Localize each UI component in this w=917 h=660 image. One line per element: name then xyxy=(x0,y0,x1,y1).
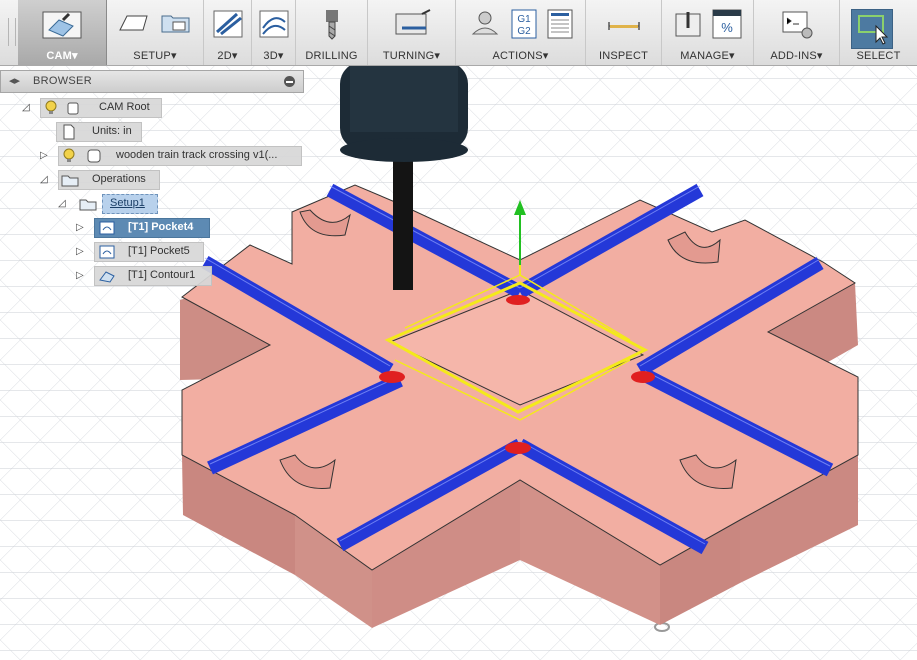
lightbulb-icon[interactable] xyxy=(62,148,76,164)
setup-label: SETUP▾ xyxy=(133,50,177,62)
actions-menu-button[interactable]: G1 G2 ACTIONS▾ xyxy=(456,0,586,65)
manage-menu-button[interactable]: % MANAGE▾ xyxy=(662,0,754,65)
setup-folder-icon xyxy=(79,199,97,211)
expand-triangle-icon[interactable]: ▷ xyxy=(40,150,48,161)
tree-label: wooden train track crossing v1(... xyxy=(116,149,278,161)
component-icon xyxy=(67,102,79,115)
setup-sheet-icon xyxy=(547,9,572,39)
setup-menu-button[interactable]: SETUP▾ xyxy=(107,0,204,65)
tree-label: CAM Root xyxy=(99,101,150,113)
3d-label: 3D▾ xyxy=(263,50,284,62)
3d-menu-button[interactable]: 3D▾ xyxy=(252,0,296,65)
tree-label: [T1] Contour1 xyxy=(128,269,196,281)
tree-label: Setup1 xyxy=(110,197,145,209)
body-icon xyxy=(87,149,101,163)
tree-node-contour1[interactable]: ▷ [T1] Contour1 xyxy=(0,266,215,286)
drill-icon xyxy=(325,10,338,40)
expand-triangle-icon[interactable]: ▷ xyxy=(76,246,84,257)
workspace-label: CAM▾ xyxy=(46,50,78,62)
workspace-switcher-button[interactable]: CAM▾ xyxy=(18,0,107,65)
browser-title: BROWSER xyxy=(33,75,92,87)
toolbar: CAM▾ SETUP▾ 2D▾ 3D▾ DRILLING TURNING▾ G1… xyxy=(0,0,917,66)
post-library-icon: % xyxy=(712,9,741,39)
simulate-icon xyxy=(471,11,498,35)
collapse-triangle-icon[interactable]: ◿ xyxy=(58,198,66,209)
drilling-button[interactable]: DRILLING xyxy=(296,0,368,65)
inspect-button[interactable]: INSPECT xyxy=(586,0,662,65)
tree-node-cam-root[interactable]: ◿ CAM Root xyxy=(0,98,170,118)
setup-folder-icon xyxy=(161,15,190,33)
contour-operation-icon xyxy=(99,271,115,283)
cam-workspace-icon xyxy=(42,11,82,39)
document-icon xyxy=(63,124,75,140)
gcode-icon: G1G2 xyxy=(511,9,536,39)
collapse-triangle-icon[interactable]: ◿ xyxy=(40,174,48,185)
tree-label: [T1] Pocket5 xyxy=(128,245,190,257)
2d-toolpath-icon xyxy=(213,10,242,38)
inspect-label: INSPECT xyxy=(598,50,649,62)
add-ins-label: ADD-INS▾ xyxy=(770,50,823,62)
add-ins-menu-button[interactable]: ADD-INS▾ xyxy=(754,0,840,65)
measure-icon xyxy=(607,22,640,30)
lightbulb-icon[interactable] xyxy=(44,100,58,116)
manage-label: MANAGE▾ xyxy=(680,50,735,62)
gcode-line2: G2 xyxy=(517,26,531,37)
turning-label: TURNING▾ xyxy=(382,50,441,62)
post-library-symbol: % xyxy=(721,20,733,35)
toolbar-grip[interactable] xyxy=(8,18,16,46)
pocket-operation-icon xyxy=(99,245,115,259)
tree-node-pocket5[interactable]: ▷ [T1] Pocket5 xyxy=(0,242,215,262)
tree-node-pocket4[interactable]: ▷ [T1] Pocket4 xyxy=(0,218,215,238)
select-label: SELECT xyxy=(856,50,901,62)
tree-label: Units: in xyxy=(92,125,132,137)
collapse-arrows-icon[interactable]: ◂▸ xyxy=(9,74,20,87)
2d-menu-button[interactable]: 2D▾ xyxy=(204,0,252,65)
scripts-icon xyxy=(782,11,812,39)
browser-panel-header[interactable]: ◂▸ BROWSER xyxy=(0,70,304,93)
minimize-panel-button[interactable] xyxy=(284,76,295,87)
expand-triangle-icon[interactable]: ▷ xyxy=(76,270,84,281)
expand-triangle-icon[interactable]: ▷ xyxy=(76,222,84,233)
turning-icon xyxy=(395,9,430,35)
tree-label: Operations xyxy=(92,173,146,185)
gcode-line1: G1 xyxy=(517,14,531,25)
setup-icon xyxy=(119,15,148,31)
3d-toolpath-icon xyxy=(259,10,288,38)
2d-label: 2D▾ xyxy=(217,50,238,62)
tree-node-setup1[interactable]: ◿ Setup1 xyxy=(0,194,170,214)
drilling-label: DRILLING xyxy=(305,50,358,62)
pocket-operation-icon xyxy=(99,221,115,235)
actions-label: ACTIONS▾ xyxy=(492,50,549,62)
tool-library-icon xyxy=(675,12,700,37)
tree-node-operations[interactable]: ◿ Operations xyxy=(0,170,170,190)
select-arrow-icon[interactable] xyxy=(851,9,893,49)
tree-node-units[interactable]: Units: in xyxy=(0,122,150,142)
collapse-triangle-icon[interactable]: ◿ xyxy=(22,102,30,113)
tree-label: [T1] Pocket4 xyxy=(128,221,194,233)
turning-menu-button[interactable]: TURNING▾ xyxy=(368,0,456,65)
operations-folder-icon xyxy=(61,175,79,187)
tree-node-model[interactable]: ▷ wooden train track crossing v1(... xyxy=(0,146,304,166)
